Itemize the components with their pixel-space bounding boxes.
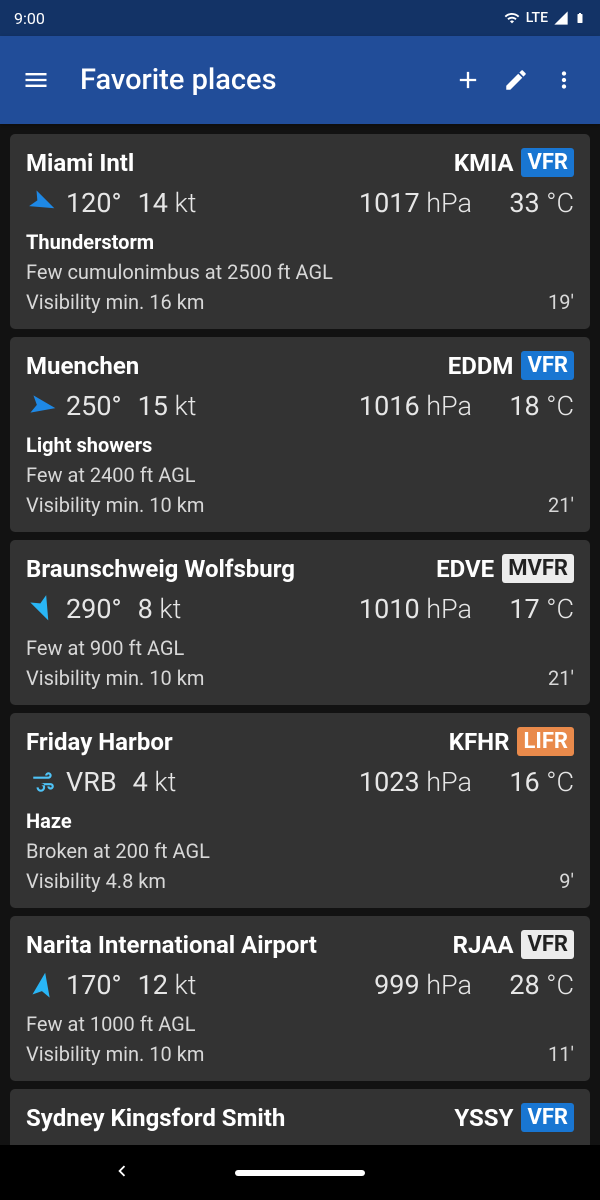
app-bar: Favorite places [0,36,600,124]
battery-icon [574,8,586,28]
place-card[interactable]: Sydney Kingsford Smith YSSY VFR [10,1089,590,1152]
wind-speed: 12 kt [138,969,197,1001]
back-icon[interactable] [111,1160,133,1186]
clouds-text: Few cumulonimbus at 2500 ft AGL [26,257,574,287]
clouds-text: Broken at 200 ft AGL [26,836,574,866]
place-card[interactable]: Muenchen EDDM VFR 250° 15 kt 1016 hPa 18… [10,337,590,532]
clouds-text: Few at 2400 ft AGL [26,460,574,490]
temperature: 18 °C [494,390,574,422]
wind-direction: VRB [66,766,117,798]
icao-code: EDVE [436,555,494,583]
age-text: 19' [548,287,574,317]
place-name: Muenchen [26,352,448,380]
places-list[interactable]: Miami Intl KMIA VFR 120° 14 kt 1017 hPa … [0,124,600,1152]
flight-rules-badge: VFR [521,351,574,380]
wind-direction: 170° [66,969,122,1001]
icao-code: KFHR [449,728,510,756]
icao-code: YSSY [454,1104,513,1132]
pressure: 1023 hPa [359,766,472,798]
age-text: 21' [548,663,574,693]
pressure: 1017 hPa [359,187,472,219]
weather-phenomenon: Thunderstorm [26,227,574,257]
flight-rules-badge: VFR [521,1103,574,1132]
weather-phenomenon: Haze [26,806,574,836]
wind-speed: 4 kt [133,766,177,798]
flight-rules-badge: VFR [521,930,574,959]
place-card[interactable]: Braunschweig Wolfsburg EDVE MVFR 290° 8 … [10,540,590,705]
status-icons: LTE [502,8,586,28]
network-label: LTE [526,10,548,26]
place-name: Friday Harbor [26,728,449,756]
place-name: Sydney Kingsford Smith [26,1104,454,1132]
pressure: 1010 hPa [359,593,472,625]
wind-speed: 14 kt [138,187,197,219]
status-time: 9:00 [14,9,45,28]
place-name: Miami Intl [26,149,454,177]
visibility-text: Visibility min. 10 km [26,1039,204,1069]
wind-icon [26,391,60,421]
flight-rules-badge: VFR [521,148,574,177]
wind-icon [26,970,60,1000]
weather-phenomenon: Light showers [26,430,574,460]
temperature: 16 °C [494,766,574,798]
pressure: 1016 hPa [359,390,472,422]
edit-icon[interactable] [492,56,540,104]
clouds-text: Few at 900 ft AGL [26,633,574,663]
age-text: 11' [548,1039,574,1069]
place-name: Narita International Airport [26,931,453,959]
place-card[interactable]: Miami Intl KMIA VFR 120° 14 kt 1017 hPa … [10,134,590,329]
place-card[interactable]: Friday Harbor KFHR LIFR VRB 4 kt 1023 hP… [10,713,590,908]
temperature: 33 °C [494,187,574,219]
add-icon[interactable] [444,56,492,104]
visibility-text: Visibility min. 10 km [26,663,204,693]
pressure: 999 hPa [374,969,472,1001]
temperature: 28 °C [494,969,574,1001]
age-text: 21' [548,490,574,520]
page-title: Favorite places [80,63,444,97]
place-name: Braunschweig Wolfsburg [26,555,436,583]
visibility-text: Visibility 4.8 km [26,866,166,896]
clouds-text: Few at 1000 ft AGL [26,1009,574,1039]
place-card[interactable]: Narita International Airport RJAA VFR 17… [10,916,590,1081]
more-icon[interactable] [540,56,588,104]
wifi-icon [502,10,522,26]
signal-icon [552,10,570,26]
wind-direction: 290° [66,593,122,625]
wind-icon [26,769,60,795]
icao-code: KMIA [454,149,514,177]
nav-bar [0,1145,600,1200]
wind-speed: 15 kt [138,390,197,422]
icao-code: EDDM [448,352,514,380]
status-bar: 9:00 LTE [0,0,600,36]
home-handle[interactable] [235,1170,365,1176]
flight-rules-badge: MVFR [502,554,574,583]
age-text: 9' [559,866,574,896]
wind-direction: 120° [66,187,122,219]
visibility-text: Visibility min. 16 km [26,287,204,317]
wind-direction: 250° [66,390,122,422]
menu-icon[interactable] [12,56,60,104]
icao-code: RJAA [453,931,514,959]
visibility-text: Visibility min. 10 km [26,490,204,520]
wind-speed: 8 kt [138,593,182,625]
temperature: 17 °C [494,593,574,625]
wind-icon [26,594,60,624]
flight-rules-badge: LIFR [517,727,574,756]
wind-icon [26,188,60,218]
